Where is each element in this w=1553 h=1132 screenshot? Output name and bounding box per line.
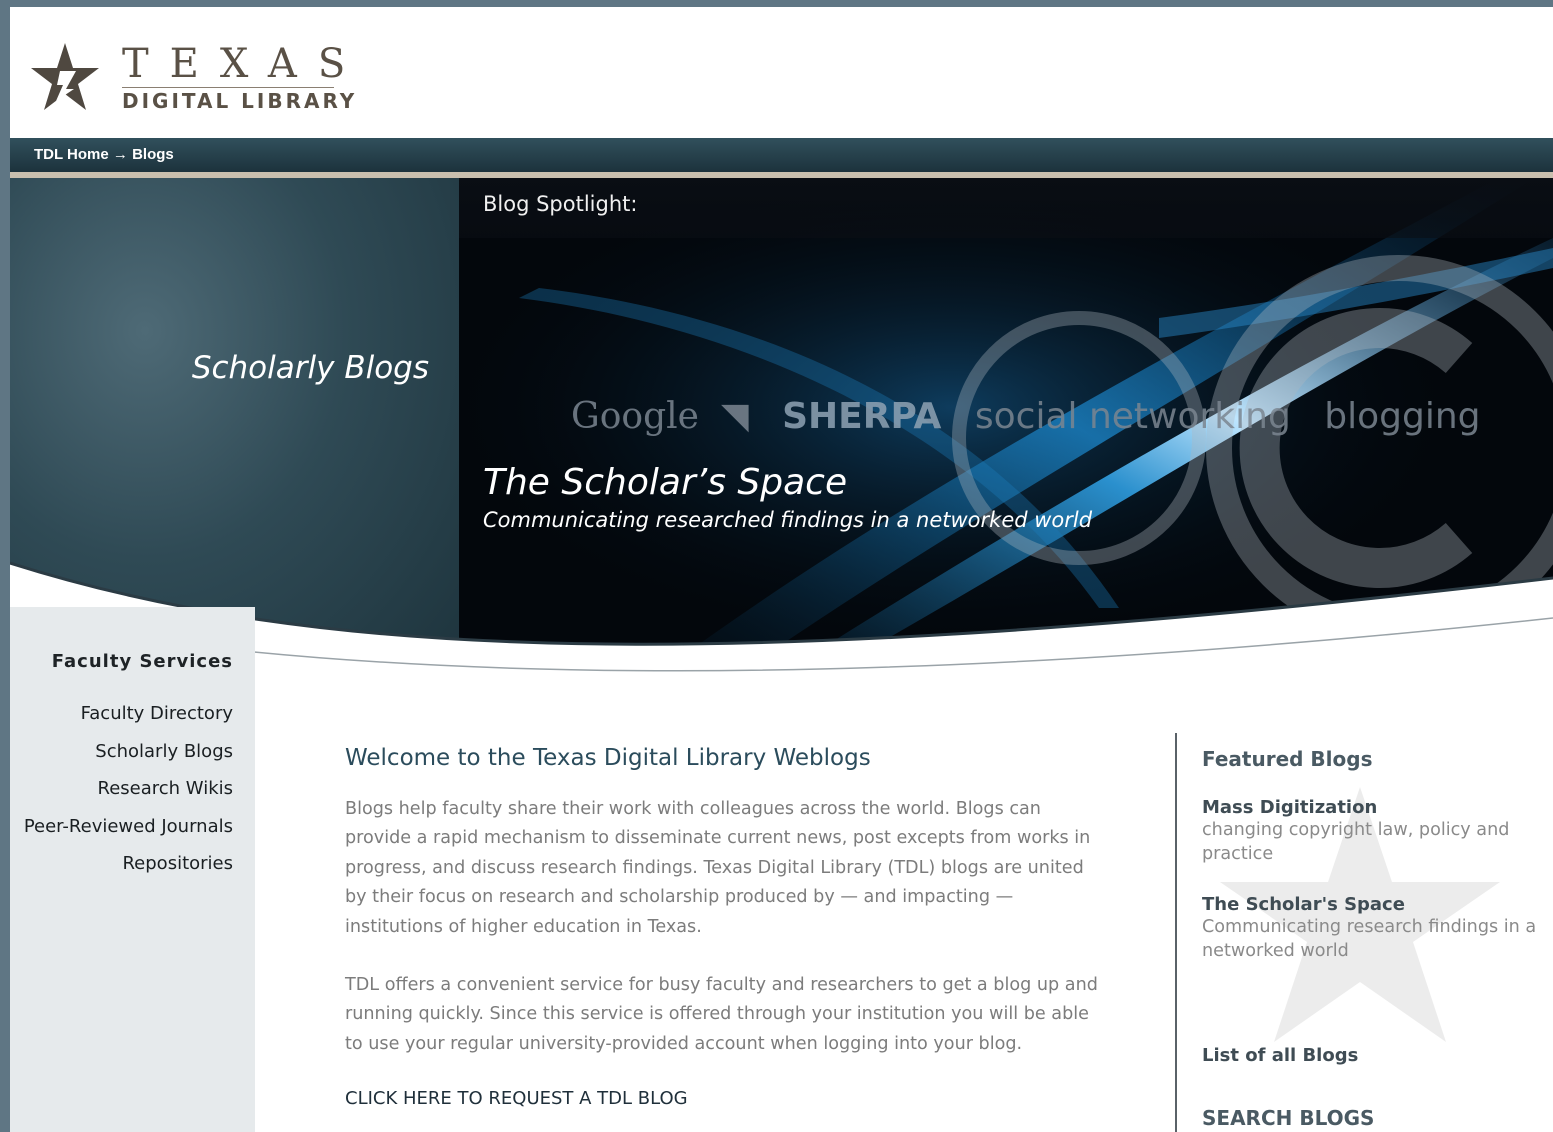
star-logo-icon: [31, 43, 99, 110]
page-title: Welcome to the Texas Digital Library Web…: [345, 745, 871, 771]
service-paragraph: TDL offers a convenient service for busy…: [345, 975, 1098, 1054]
search-blogs-heading: SEARCH BLOGS: [1202, 1106, 1375, 1130]
list-all-blogs-link[interactable]: List of all Blogs: [1202, 1045, 1547, 1066]
texas-digital-library-logo[interactable]: TEXAS DIGITAL LIBRARY: [30, 41, 370, 121]
breadcrumb-home-link[interactable]: TDL Home: [34, 146, 109, 163]
breadcrumb-arrow-icon: →: [112, 146, 128, 163]
request-blog-link[interactable]: CLICK HERE TO REQUEST A TDL BLOG: [345, 1088, 688, 1109]
breadcrumb: TDL Home → Blogs: [34, 146, 174, 163]
sidebar-menu: Faculty Directory Scholarly Blogs Resear…: [24, 695, 233, 883]
featured-blog-item[interactable]: The Scholar's Space Communicating resear…: [1202, 894, 1547, 963]
featured-blog-name[interactable]: Mass Digitization: [1202, 797, 1547, 818]
sidebar-item-research-wikis[interactable]: Research Wikis: [24, 770, 234, 808]
sidebar-item-faculty-directory[interactable]: Faculty Directory: [24, 695, 233, 733]
intro-paragraph: Blogs help faculty share their work with…: [345, 799, 1091, 937]
logo-divider: [122, 87, 334, 88]
featured-blogs-column: Featured Blogs Mass Digitization changin…: [1202, 747, 1547, 1130]
page: TEXAS DIGITAL LIBRARY TDL Home → Blogs S…: [10, 7, 1553, 1132]
site-header: TEXAS DIGITAL LIBRARY: [10, 7, 1553, 138]
sidebar-title: Faculty Services: [51, 651, 233, 672]
sidebar: Faculty Services Faculty Directory Schol…: [10, 607, 255, 1132]
main-content: Welcome to the Texas Digital Library Web…: [345, 745, 1105, 1109]
sidebar-item-peer-reviewed-journals[interactable]: Peer-Reviewed Journals: [24, 808, 233, 846]
logo-texas-text: TEXAS: [122, 41, 367, 87]
sidebar-item-scholarly-blogs[interactable]: Scholarly Blogs: [24, 733, 233, 771]
featured-blog-description: Communicating research findings in a net…: [1202, 917, 1537, 961]
featured-blog-description: changing copyright law, policy and pract…: [1202, 820, 1510, 864]
featured-blog-name[interactable]: The Scholar's Space: [1202, 894, 1547, 915]
featured-blog-item[interactable]: Mass Digitization changing copyright law…: [1202, 797, 1547, 866]
featured-blogs-title: Featured Blogs: [1202, 747, 1373, 771]
navigation-bar: TDL Home → Blogs: [10, 138, 1553, 178]
breadcrumb-current-blogs[interactable]: Blogs: [132, 146, 174, 163]
sidebar-item-repositories[interactable]: Repositories: [24, 845, 233, 883]
logo-digital-library-text: DIGITAL LIBRARY: [122, 89, 358, 113]
column-divider: [1175, 733, 1177, 1132]
